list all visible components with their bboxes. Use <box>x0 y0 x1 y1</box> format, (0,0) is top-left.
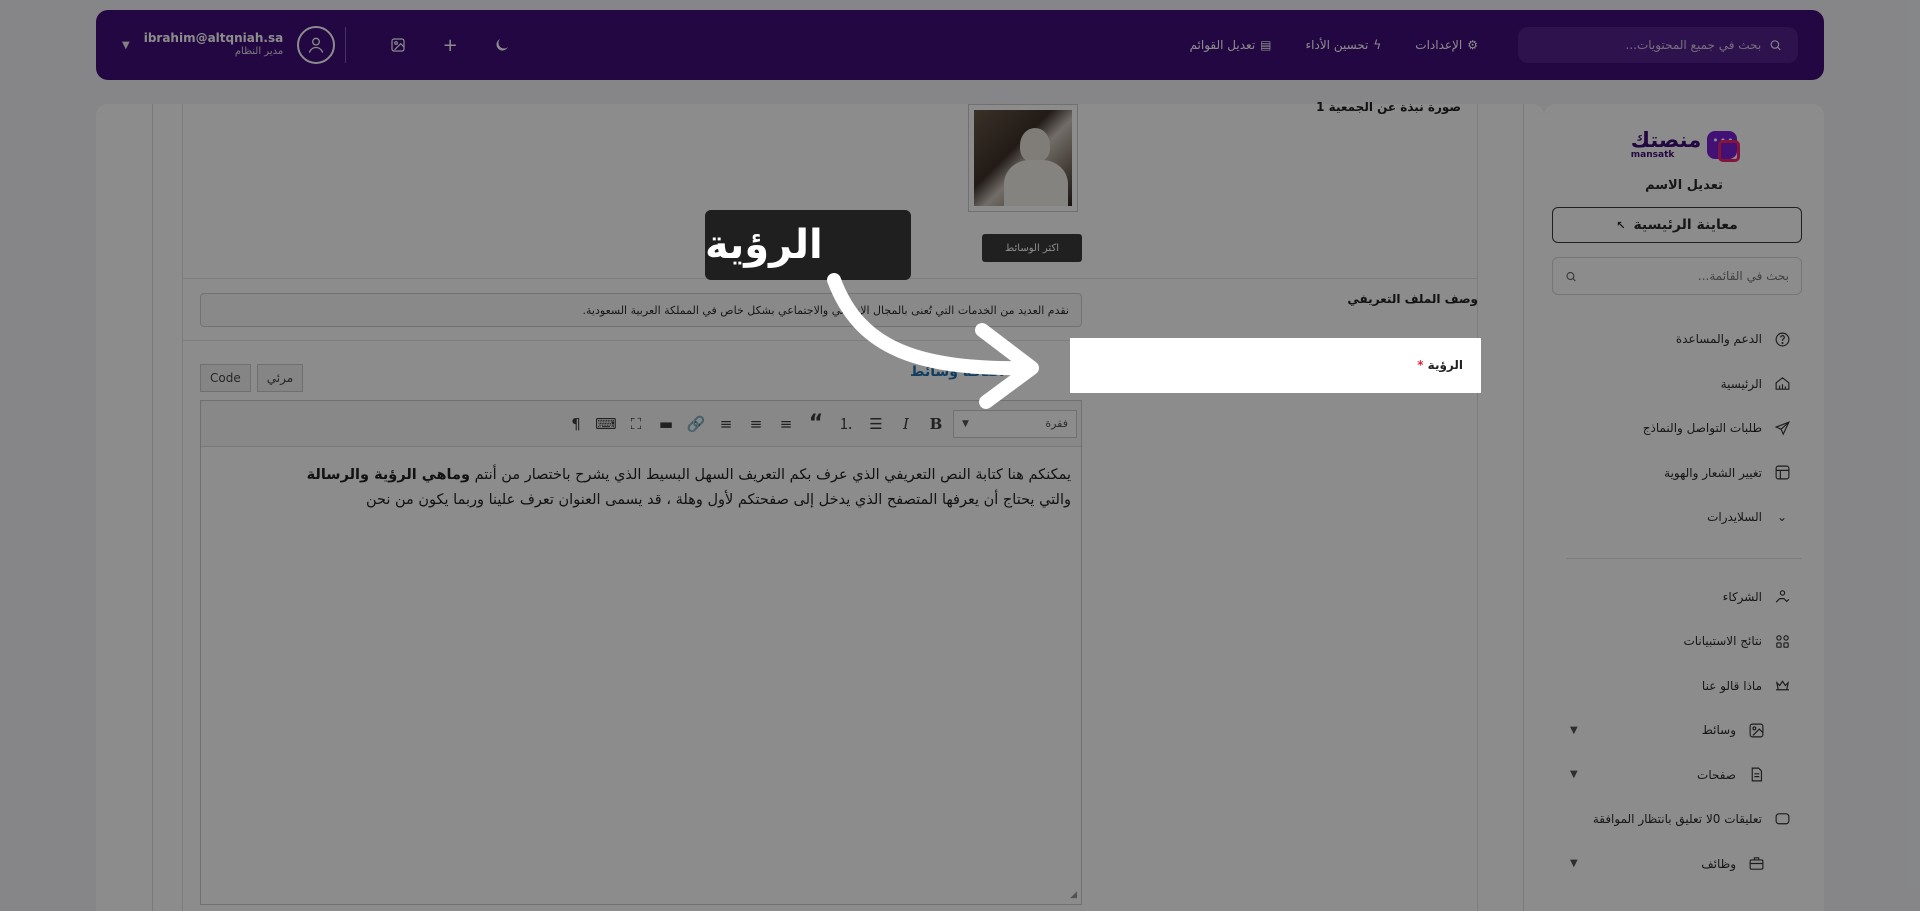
tour-overlay[interactable] <box>0 0 1920 911</box>
tour-arrow-icon <box>827 273 1039 409</box>
vision-label: الرؤية * <box>1417 358 1463 372</box>
tour-tooltip-text: الرؤية <box>705 222 823 268</box>
vision-field-highlight[interactable]: الرؤية * <box>1070 338 1481 393</box>
